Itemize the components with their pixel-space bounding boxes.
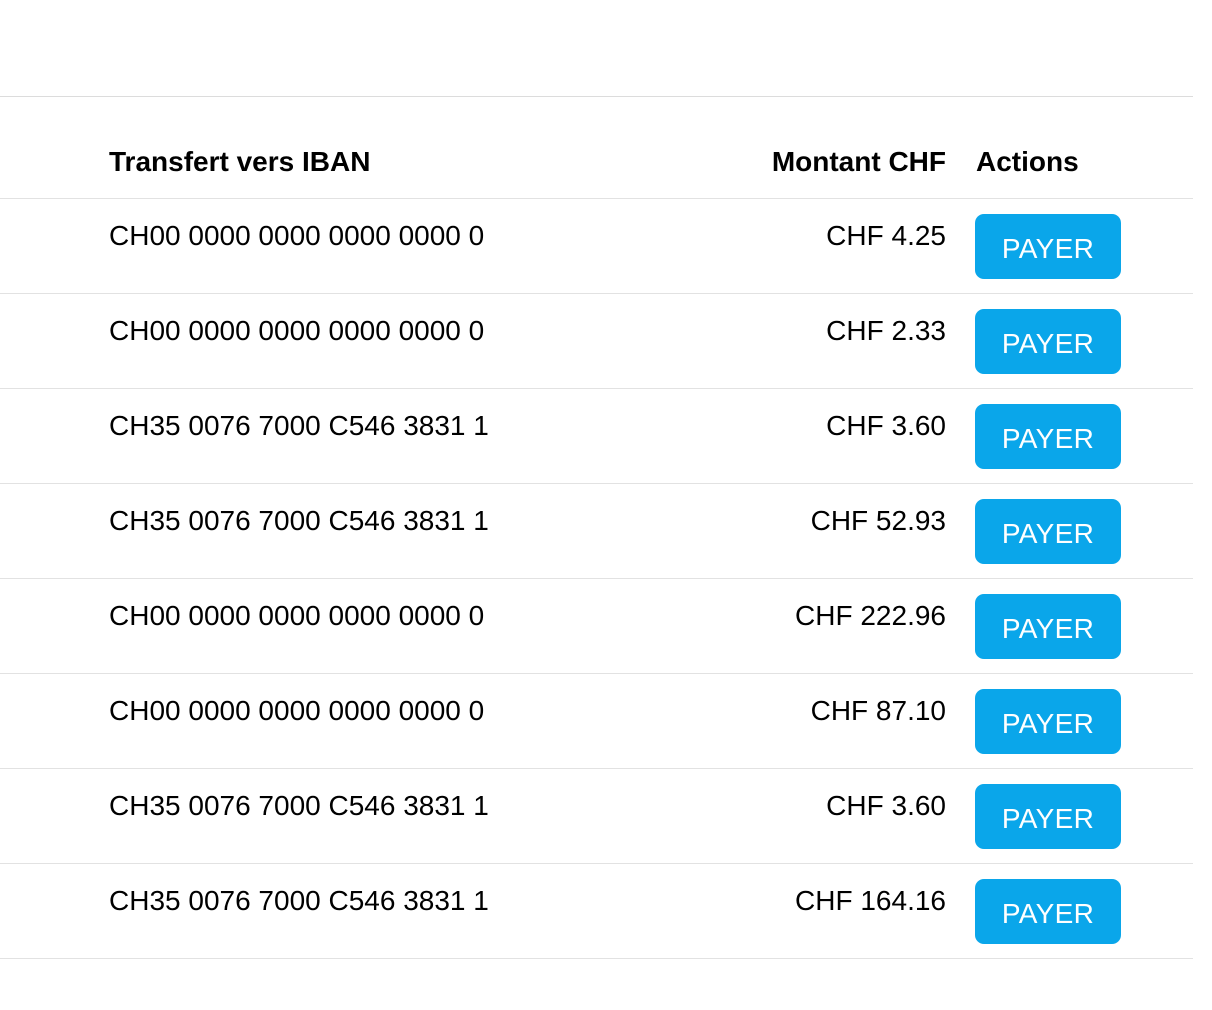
table-row: CH35 0076 7000 C546 3831 1 CHF 52.93 PAY… [0, 484, 1193, 579]
header-amount: Montant CHF [771, 146, 946, 177]
pay-button[interactable]: PAYER [975, 879, 1121, 944]
iban-cell: CH00 0000 0000 0000 0000 0 [109, 315, 485, 346]
iban-cell: CH35 0076 7000 C546 3831 1 [109, 505, 489, 536]
iban-cell: CH00 0000 0000 0000 0000 0 [109, 600, 485, 631]
table-row: CH00 0000 0000 0000 0000 0 CHF 4.25 PAYE… [0, 199, 1193, 294]
pay-button[interactable]: PAYER [975, 784, 1121, 849]
table-row: CH35 0076 7000 C546 3831 1 CHF 164.16 PA… [0, 864, 1193, 959]
iban-cell: CH35 0076 7000 C546 3831 1 [109, 790, 489, 821]
payments-table: Transfert vers IBAN Montant CHF Actions … [0, 97, 1193, 959]
iban-cell: CH00 0000 0000 0000 0000 0 [109, 220, 485, 251]
pay-button[interactable]: PAYER [975, 499, 1121, 564]
amount-cell: CHF 3.60 [826, 410, 946, 441]
iban-cell: CH00 0000 0000 0000 0000 0 [109, 695, 485, 726]
header-actions: Actions [976, 146, 1079, 177]
amount-cell: CHF 4.25 [826, 220, 946, 251]
header-iban: Transfert vers IBAN [109, 146, 371, 177]
iban-cell: CH35 0076 7000 C546 3831 1 [109, 410, 489, 441]
table-row: CH35 0076 7000 C546 3831 1 CHF 3.60 PAYE… [0, 769, 1193, 864]
table-row: CH00 0000 0000 0000 0000 0 CHF 87.10 PAY… [0, 674, 1193, 769]
pay-button[interactable]: PAYER [975, 689, 1121, 754]
table-row: CH35 0076 7000 C546 3831 1 CHF 3.60 PAYE… [0, 389, 1193, 484]
pay-button[interactable]: PAYER [975, 309, 1121, 374]
amount-cell: CHF 2.33 [826, 315, 946, 346]
iban-cell: CH35 0076 7000 C546 3831 1 [109, 885, 489, 916]
table-row: CH00 0000 0000 0000 0000 0 CHF 2.33 PAYE… [0, 294, 1193, 389]
amount-cell: CHF 87.10 [810, 695, 946, 726]
amount-cell: CHF 164.16 [795, 885, 946, 916]
table-header-row: Transfert vers IBAN Montant CHF Actions [0, 97, 1193, 199]
amount-cell: CHF 3.60 [826, 790, 946, 821]
pay-button[interactable]: PAYER [975, 404, 1121, 469]
pay-button[interactable]: PAYER [975, 214, 1121, 279]
table-row: CH00 0000 0000 0000 0000 0 CHF 222.96 PA… [0, 579, 1193, 674]
pay-button[interactable]: PAYER [975, 594, 1121, 659]
amount-cell: CHF 52.93 [810, 505, 946, 536]
amount-cell: CHF 222.96 [795, 600, 946, 631]
